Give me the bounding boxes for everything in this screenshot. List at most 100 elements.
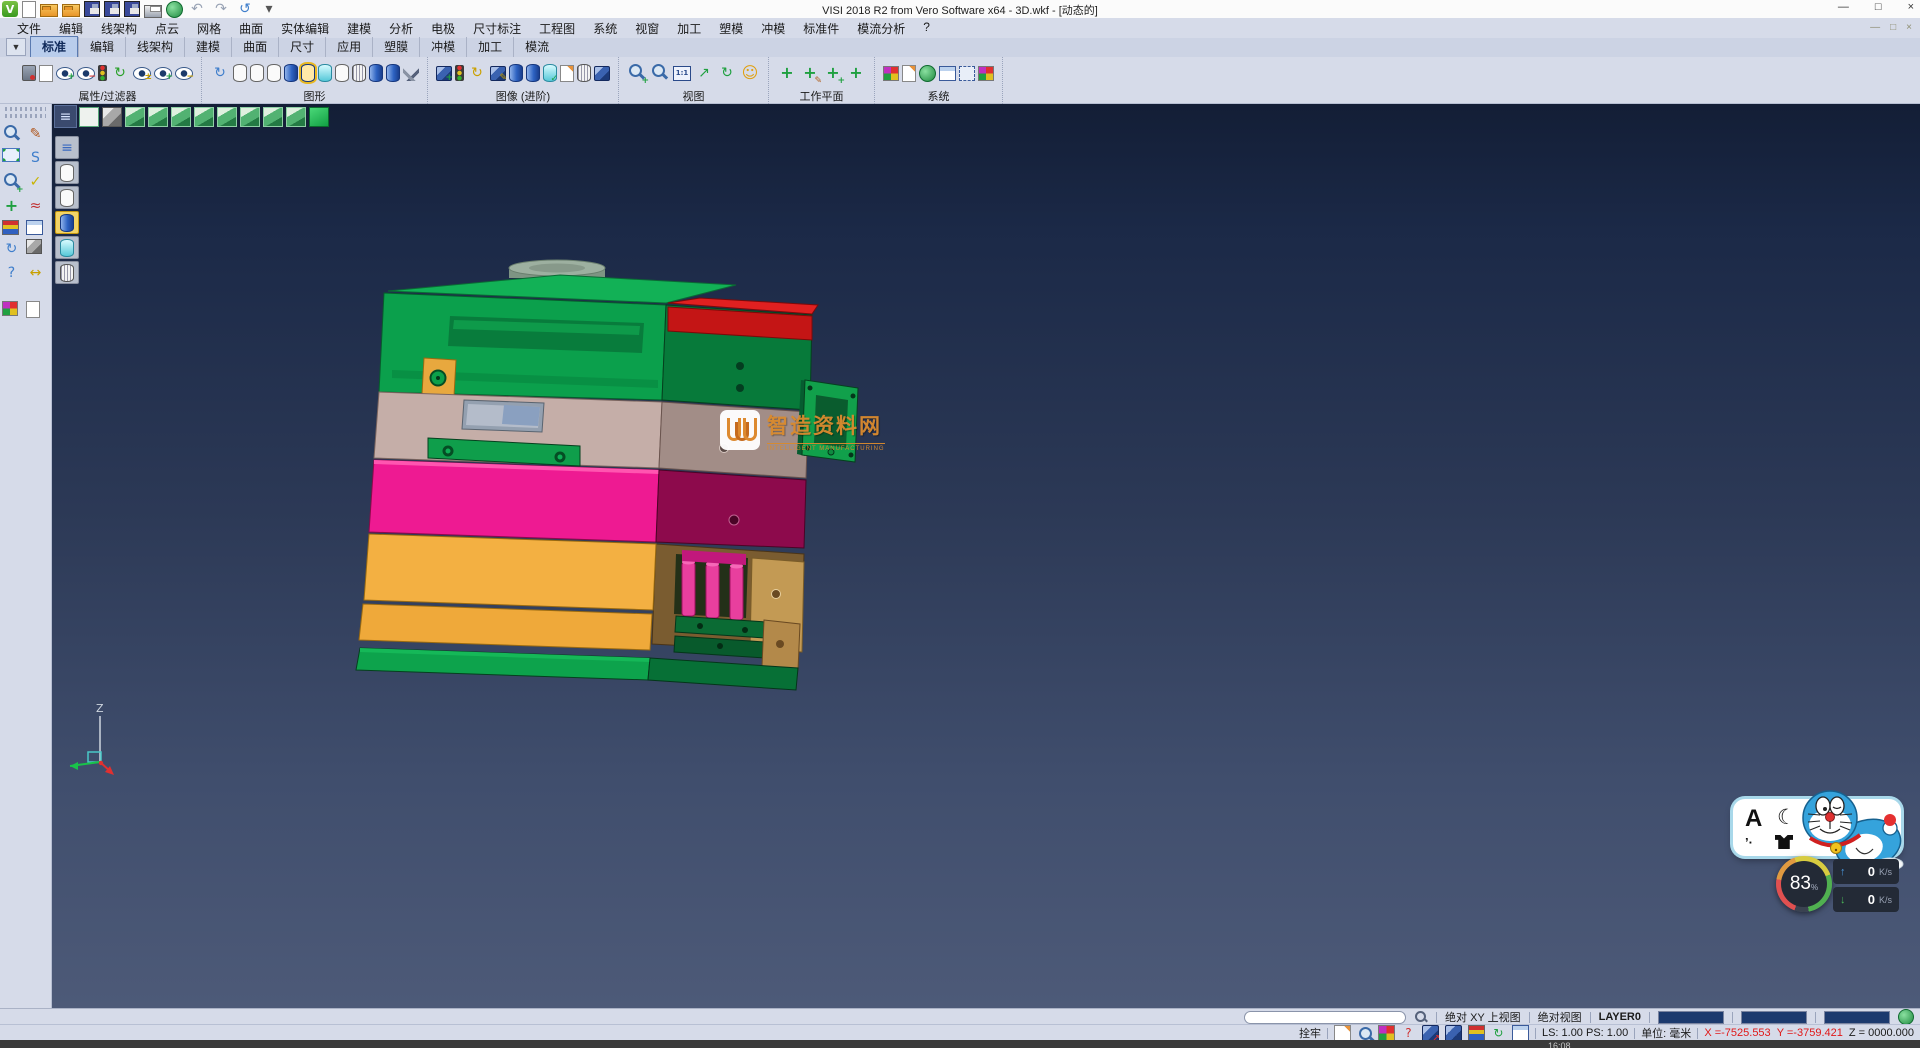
- menu-item-13[interactable]: 系统: [584, 18, 626, 39]
- mesh-style-icon[interactable]: [352, 64, 366, 82]
- show-entities-icon[interactable]: +: [56, 67, 74, 80]
- view-sw-icon[interactable]: [194, 107, 214, 127]
- shaded-style-icon[interactable]: [284, 64, 298, 82]
- active-layer-label[interactable]: LAYER0: [1599, 1011, 1641, 1023]
- attribute-page-icon[interactable]: [902, 65, 916, 82]
- download-speed-widget[interactable]: ↓ 0 K/s: [1833, 887, 1899, 912]
- view-right-icon[interactable]: [148, 107, 168, 127]
- layer-cylinder-light-icon[interactable]: [60, 239, 74, 257]
- hide-all-icon[interactable]: −: [175, 67, 193, 80]
- menu-item-17[interactable]: 冲模: [752, 18, 794, 39]
- solid-view-icon[interactable]: [526, 64, 540, 82]
- status-field-2[interactable]: [1741, 1011, 1807, 1024]
- view-back-icon-button[interactable]: [285, 106, 306, 127]
- view-nw-icon[interactable]: [263, 107, 283, 127]
- mold-assembly-model[interactable]: Z: [52, 104, 1920, 1008]
- maximize-button[interactable]: □: [1875, 1, 1882, 13]
- workplane-axes-icon[interactable]: +: [777, 63, 797, 83]
- refresh-visibility-icon[interactable]: ↻: [110, 63, 130, 83]
- toolbar-tab-1[interactable]: 标准: [30, 36, 78, 57]
- view-top-icon[interactable]: [102, 107, 122, 127]
- image-page-icon[interactable]: [560, 65, 574, 82]
- regenerate-icon[interactable]: ↻: [210, 63, 230, 83]
- layer-cylinder-wire-icon[interactable]: [60, 264, 74, 282]
- workplane-align-icon[interactable]: +: [846, 63, 866, 83]
- edit-curve-icon[interactable]: ≈: [26, 196, 46, 216]
- export-cube-icon[interactable]: ↗: [1422, 1025, 1439, 1042]
- toolbar-tab-9[interactable]: 冲模: [419, 37, 466, 57]
- zoom-dynamic-icon[interactable]: [2, 124, 22, 144]
- flat-style-icon[interactable]: [335, 64, 349, 82]
- view-ne-icon[interactable]: [240, 107, 260, 127]
- toggle-visibility-icon[interactable]: ±: [133, 67, 151, 80]
- view-face-icon[interactable]: ☺: [740, 63, 760, 83]
- menu-item-18[interactable]: 标准件: [794, 18, 848, 39]
- menu-item-14[interactable]: 视窗: [626, 18, 668, 39]
- view-nw-icon-button[interactable]: [262, 106, 283, 127]
- viewport-3d[interactable]: Z ≡ ≡ 智造资料网 INTELLIGENT MANUFACTURING: [52, 104, 1920, 1008]
- menu-item-16[interactable]: 塑模: [710, 18, 752, 39]
- profile-palette-icon[interactable]: [2, 301, 18, 316]
- view-wireframe-icon[interactable]: [79, 107, 99, 127]
- zoom-extent-icon[interactable]: +: [2, 172, 22, 192]
- layer-cylinder-outline-2-icon[interactable]: [60, 189, 74, 207]
- view-isometric-icon[interactable]: [171, 107, 191, 127]
- toolbar-tab-11[interactable]: 模流: [513, 37, 560, 57]
- zoom-1-1-icon[interactable]: 1:1: [673, 66, 691, 81]
- network-status-icon[interactable]: [1898, 1009, 1914, 1025]
- panel-grip[interactable]: [5, 114, 46, 118]
- view-sw-icon-button[interactable]: [193, 106, 214, 127]
- sketch-curve-icon[interactable]: S: [26, 148, 46, 168]
- visibility-filter-icon[interactable]: [98, 65, 107, 81]
- window-settings-icon[interactable]: [939, 66, 956, 81]
- tab-dropdown-button[interactable]: ▼: [6, 38, 26, 56]
- move-axes-icon[interactable]: +: [2, 196, 22, 216]
- entity-search-icon[interactable]: [1357, 1026, 1372, 1041]
- snap-cube-icon[interactable]: [1445, 1025, 1462, 1042]
- toolbar-tab-4[interactable]: 建模: [184, 37, 231, 57]
- solid-wire-icon[interactable]: [577, 64, 591, 82]
- zoom-all-icon[interactable]: [650, 63, 670, 83]
- grid-window-icon[interactable]: [1512, 1025, 1529, 1042]
- layer-cylinder-solid-icon[interactable]: [60, 214, 74, 232]
- layer-cylinder-wire-icon-button[interactable]: [55, 261, 79, 284]
- view-front-icon-button[interactable]: [124, 106, 145, 127]
- panel-grip[interactable]: [5, 107, 46, 111]
- view-back-icon[interactable]: [286, 107, 306, 127]
- wireframe-style-icon[interactable]: [233, 64, 247, 82]
- units-label[interactable]: 单位: 毫米: [1641, 1025, 1691, 1041]
- absolute-view-label[interactable]: 绝对视图: [1538, 1009, 1582, 1025]
- menu-item-19[interactable]: 模流分析: [848, 18, 914, 39]
- solid-check-icon[interactable]: ✓: [543, 64, 557, 82]
- layer-cylinder-solid-icon-button[interactable]: [55, 211, 79, 234]
- menu-item-15[interactable]: 加工: [668, 18, 710, 39]
- dynamic-pan-icon[interactable]: ↗: [694, 63, 714, 83]
- help-icon[interactable]: ?: [2, 263, 22, 283]
- layer-menu-icon-button[interactable]: ≡: [55, 136, 79, 159]
- render-edit-icon[interactable]: ✎: [490, 66, 506, 81]
- color-palette-icon[interactable]: [883, 66, 899, 81]
- view-shaded-icon[interactable]: [309, 107, 329, 127]
- solid-cube-icon[interactable]: [594, 66, 610, 81]
- ime-punctuation[interactable]: ’·: [1745, 835, 1753, 850]
- copy-attributes-icon[interactable]: [39, 65, 53, 82]
- layer-cylinder-light-icon-button[interactable]: [55, 236, 79, 259]
- dashed-hidden-style-icon[interactable]: [267, 64, 281, 82]
- layer-cylinder-outline-2-icon-button[interactable]: [55, 186, 79, 209]
- grid-page-icon[interactable]: [978, 66, 994, 81]
- menu-item-20[interactable]: ?: [914, 18, 939, 39]
- zoom-window-icon[interactable]: +: [627, 63, 647, 83]
- view-mode-label[interactable]: 绝对 XY 上视图: [1445, 1009, 1521, 1025]
- view-front-icon[interactable]: [125, 107, 145, 127]
- render-refresh-icon[interactable]: ↻: [467, 63, 487, 83]
- add-render-entities-icon[interactable]: +: [436, 66, 452, 81]
- upload-speed-widget[interactable]: ↑ 0 K/s: [1833, 859, 1899, 884]
- confirm-icon[interactable]: ✓: [26, 172, 46, 192]
- list-panel-icon[interactable]: [1468, 1025, 1485, 1042]
- toolbar-tab-3[interactable]: 线架构: [125, 37, 184, 57]
- viewbar-menu-icon[interactable]: ≡: [57, 108, 75, 126]
- workplane-edit-icon[interactable]: +✎: [800, 63, 820, 83]
- edit-entities-icon[interactable]: ✎: [26, 124, 46, 144]
- selection-settings-icon[interactable]: [959, 66, 975, 81]
- view-right-icon-button[interactable]: [147, 106, 168, 127]
